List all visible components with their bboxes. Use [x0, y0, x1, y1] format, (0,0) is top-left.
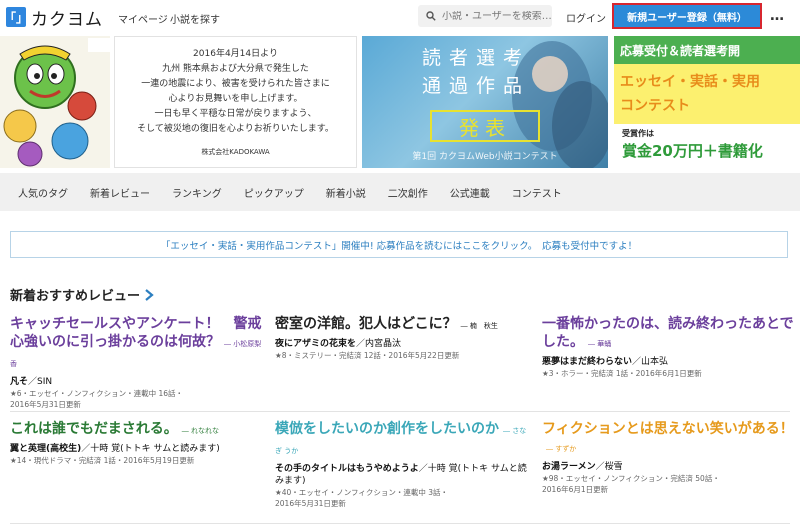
review-card[interactable]: 一番怖かったのは、読み終わったあとでした。 ― 華蛹 悪夢はまだ終わらない／山本弘…: [542, 315, 794, 379]
tab-pickup[interactable]: ピックアップ: [233, 185, 315, 200]
reviewer-name[interactable]: ― 楠 秋生: [461, 322, 498, 330]
review-card[interactable]: 模倣をしたいのか創作をしたいのか ― さなぎ うか その手のタイトルはもうやめよう…: [275, 420, 527, 509]
frog-character-illustration: [3, 38, 110, 167]
tab-popular-tags[interactable]: 人気のタグ: [0, 185, 79, 200]
row-divider: [10, 523, 790, 524]
work-meta: ★8・ミステリー・完結済 12話・2016年5月22日更新: [275, 351, 460, 360]
tab-new-novels[interactable]: 新着小説: [315, 185, 377, 200]
tab-fan-fiction[interactable]: 二次創作: [377, 185, 439, 200]
work-updated: 2016年6月1日更新: [542, 485, 609, 494]
work-author[interactable]: 十時 覚(トトキ サムと読みます): [90, 444, 220, 454]
review-title[interactable]: 密室の洋館。犯人はどこに？ ― 楠 秋生: [275, 315, 527, 335]
review-title[interactable]: キャッチセールスやアンケート！ 警戒心強いのに引っ掛かるのは何故？ ― 小松原梨香: [10, 315, 262, 373]
logo-text: カクヨム: [31, 9, 103, 30]
work-updated: 2016年5月31日更新: [275, 499, 346, 508]
review-title[interactable]: 一番怖かったのは、読み終わったあとでした。 ― 華蛹: [542, 315, 794, 353]
work-title[interactable]: 夜にアザミの花束を: [275, 339, 356, 349]
work-info: 夜にアザミの花束を／内宮晶汰: [275, 339, 402, 349]
work-meta: ★3・ホラー・完結済 1話・2016年6月1日更新: [542, 369, 702, 378]
search-box[interactable]: [418, 5, 552, 27]
work-title[interactable]: 凡そ: [10, 377, 28, 387]
banner-carousel: 2016年4月14日より 九州 熊本県および大分県で発生した 一連の地震により、…: [0, 36, 800, 168]
work-updated: 2016年5月31日更新: [10, 400, 81, 409]
work-meta: ★40・エッセイ・ノンフィクション・連載中 3話・: [275, 488, 449, 497]
nav-search-novel-link[interactable]: 小説を探す: [170, 11, 220, 26]
review-title[interactable]: これは誰でもだまされる。 ― れなれな: [10, 420, 262, 440]
search-icon: [426, 11, 436, 21]
work-info: お湯ラーメン／桜雪: [542, 462, 623, 472]
signup-button[interactable]: 新規ユーザー登録（無料）: [612, 3, 762, 29]
work-info: 翼と英理(高校生)／十時 覚(トトキ サムと読みます): [10, 444, 220, 454]
condolence-notice-banner[interactable]: 2016年4月14日より 九州 熊本県および大分県で発生した 一連の地震により、…: [114, 36, 357, 168]
contest-title: 読者選考 通過作品: [421, 47, 530, 97]
work-meta: ★6・エッセイ・ノンフィクション・連載中 16話・: [10, 389, 184, 398]
essay-banner-headline: 応募受付＆読者選考開: [614, 36, 800, 64]
more-menu-icon[interactable]: …: [770, 8, 785, 24]
character-banner[interactable]: [0, 36, 110, 168]
review-title[interactable]: 模倣をしたいのか創作をしたいのか ― さなぎ うか: [275, 420, 527, 460]
tab-new-reviews[interactable]: 新着レビュー: [79, 185, 161, 200]
reviewer-name[interactable]: ― すずか: [546, 445, 576, 453]
review-card[interactable]: これは誰でもだまされる。 ― れなれな 翼と英理(高校生)／十時 覚(トトキ サム…: [10, 420, 262, 466]
section-title-text: 新着おすすめレビュー: [10, 289, 141, 304]
nav-mypage-link[interactable]: マイページ: [118, 11, 168, 26]
announcement-label: 発表: [430, 110, 540, 142]
work-title[interactable]: その手のタイトルはもうやめようよ: [275, 464, 419, 474]
row-divider: [10, 411, 790, 412]
work-author[interactable]: 桜雪: [605, 462, 623, 472]
work-info: 悪夢はまだ終わらない／山本弘: [542, 357, 669, 367]
essay-contest-banner[interactable]: 応募受付＆読者選考開 エッセイ・実話・実用 コンテスト 受賞作は 賞金20万円＋…: [614, 36, 800, 168]
review-title[interactable]: フィクションとは思えない笑いがある！― すずか: [542, 420, 794, 458]
chevron-right-icon: [145, 288, 154, 301]
work-title[interactable]: 悪夢はまだ終わらない: [542, 357, 632, 367]
tab-contest[interactable]: コンテスト: [501, 185, 573, 200]
review-card[interactable]: フィクションとは思えない笑いがある！― すずか お湯ラーメン／桜雪 ★98・エッ…: [542, 420, 794, 495]
prize-text: 賞金20万円＋書籍化: [622, 142, 763, 160]
essay-banner-title: エッセイ・実話・実用 コンテスト: [614, 64, 800, 124]
site-logo[interactable]: 「」 カクヨム: [4, 6, 103, 30]
work-meta: ★98・エッセイ・ノンフィクション・完結済 50話・: [542, 474, 720, 483]
search-input[interactable]: [442, 10, 552, 22]
site-header: 「」 カクヨム マイページ 小説を探す ログイン 新規ユーザー登録（無料） …: [0, 0, 800, 34]
new-reviews-heading[interactable]: 新着おすすめレビュー: [10, 285, 154, 304]
work-author[interactable]: 山本弘: [641, 357, 668, 367]
review-card[interactable]: 密室の洋館。犯人はどこに？ ― 楠 秋生 夜にアザミの花束を／内宮晶汰 ★8・ミス…: [275, 315, 527, 361]
condolence-text: 2016年4月14日より 九州 熊本県および大分県で発生した 一連の地震により、…: [137, 49, 334, 134]
prize-label: 受賞作は: [622, 129, 654, 138]
company-name: 株式会社KADOKAWA: [201, 148, 270, 156]
logo-mark: 「」: [4, 7, 28, 27]
review-card[interactable]: キャッチセールスやアンケート！ 警戒心強いのに引っ掛かるのは何故？ ― 小松原梨香…: [10, 315, 262, 410]
work-info: その手のタイトルはもうやめようよ／十時 覚(トトキ サムと読みます): [275, 464, 527, 486]
work-author[interactable]: 内宮晶汰: [365, 339, 401, 349]
category-tabs: 人気のタグ 新着レビュー ランキング ピックアップ 新着小説 二次創作 公式連載…: [0, 173, 800, 211]
work-title[interactable]: お湯ラーメン: [542, 462, 596, 472]
work-meta: ★14・現代ドラマ・完結済 1話・2016年5月19日更新: [10, 456, 195, 465]
tab-official-series[interactable]: 公式連載: [439, 185, 501, 200]
work-info: 凡そ／SIN: [10, 377, 53, 387]
contest-results-banner[interactable]: 読者選考 通過作品 発表 第1回 カクヨムWeb小説コンテスト: [362, 36, 608, 168]
tab-ranking[interactable]: ランキング: [161, 185, 233, 200]
login-link[interactable]: ログイン: [566, 10, 606, 25]
reviewer-name[interactable]: ― れなれな: [182, 427, 219, 435]
contest-notice-link[interactable]: 「エッセイ・実話・実用作品コンテスト」開催中! 応募作品を読むにはここをクリック…: [10, 231, 788, 258]
work-title[interactable]: 翼と英理(高校生): [10, 444, 81, 454]
work-author[interactable]: SIN: [37, 377, 52, 387]
contest-subtitle: 第1回 カクヨムWeb小説コンテスト: [412, 152, 558, 162]
reviewer-name[interactable]: ― 華蛹: [588, 340, 611, 348]
